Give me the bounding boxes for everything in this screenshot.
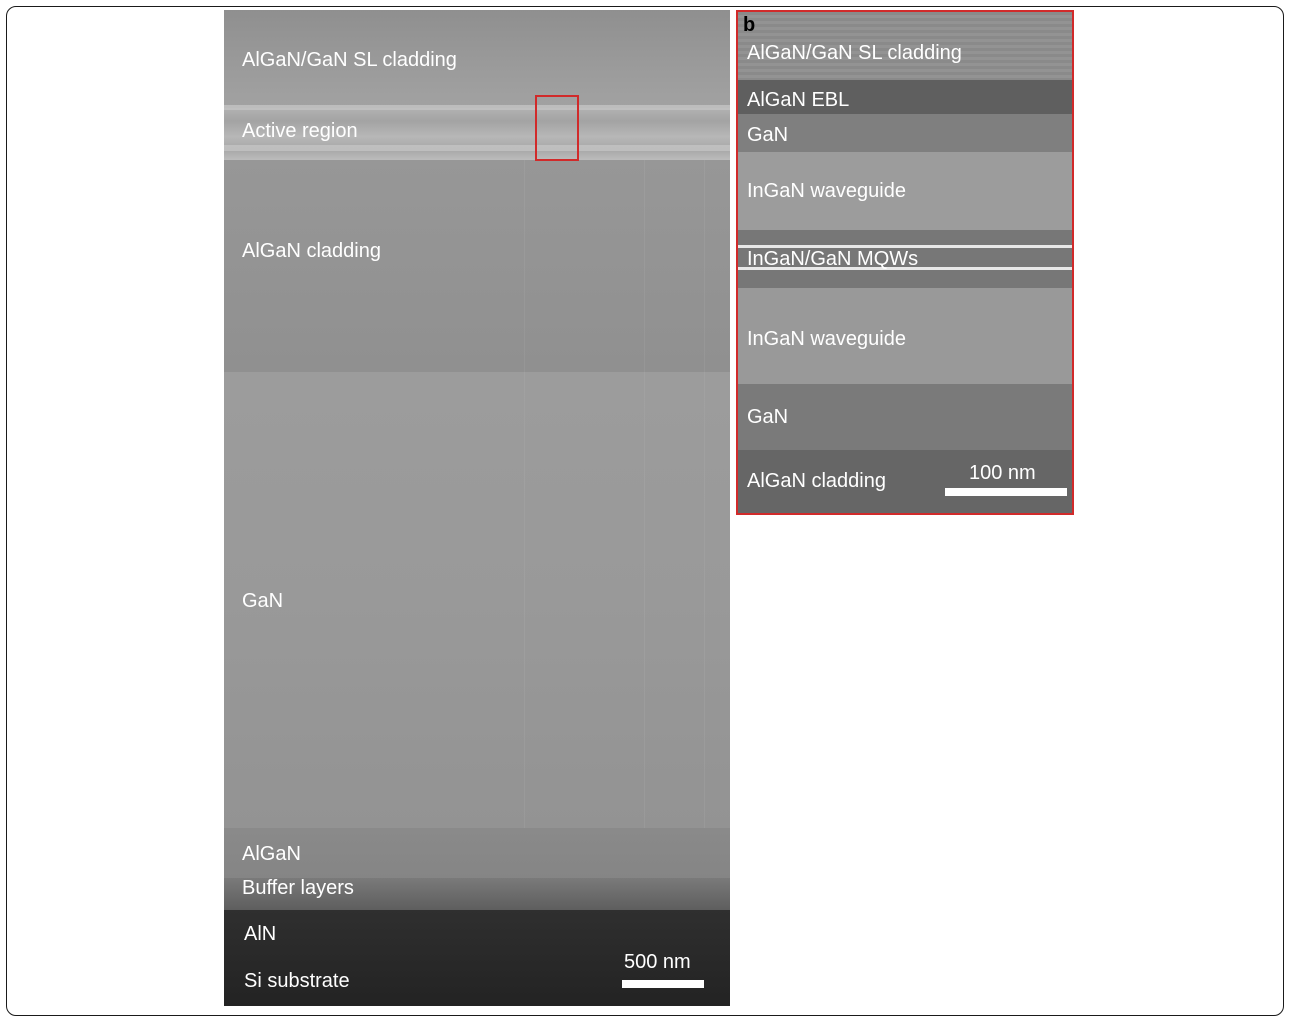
- texture-streak: [644, 160, 645, 828]
- panel-b-micrograph: AlGaN/GaN SL cladding AlGaN EBL GaN InGa…: [736, 10, 1074, 515]
- panel-b-letter: b: [743, 14, 756, 36]
- texture-streak: [524, 160, 525, 828]
- scale-bar: [945, 488, 1067, 496]
- label-buffer-layers: Buffer layers: [242, 877, 354, 899]
- label-mqws: InGaN/GaN MQWs: [747, 248, 919, 270]
- label-algan-cladding: AlGaN cladding: [242, 240, 381, 262]
- label-ebl: AlGaN EBL: [747, 89, 850, 111]
- layer-stripe: [224, 145, 730, 151]
- label-waveguide-top: InGaN waveguide: [747, 180, 906, 202]
- layer-stripe: [224, 105, 730, 110]
- label-waveguide-bottom: InGaN waveguide: [747, 328, 906, 350]
- zoom-region-box: [535, 95, 579, 161]
- label-si-substrate: Si substrate: [244, 970, 350, 992]
- label-algan-cladding: AlGaN cladding: [747, 470, 886, 492]
- label-algan: AlGaN: [242, 843, 301, 865]
- texture-streak: [704, 160, 705, 828]
- panel-a-micrograph: AlGaN/GaN SL cladding Active region AlGa…: [224, 10, 730, 1006]
- layer-gan: [224, 372, 730, 828]
- layer-algan-cladding: [224, 160, 730, 372]
- label-gan-top: GaN: [747, 124, 789, 146]
- scale-bar-label: 100 nm: [969, 462, 1036, 484]
- label-active-region: Active region: [242, 120, 358, 142]
- scale-bar-label: 500 nm: [624, 951, 691, 973]
- scale-bar: [622, 980, 704, 988]
- label-gan-bottom: GaN: [747, 406, 789, 428]
- label-sl-cladding: AlGaN/GaN SL cladding: [747, 42, 962, 64]
- label-gan: GaN: [242, 590, 284, 612]
- label-aln: AlN: [244, 923, 277, 945]
- label-sl-cladding: AlGaN/GaN SL cladding: [242, 49, 457, 71]
